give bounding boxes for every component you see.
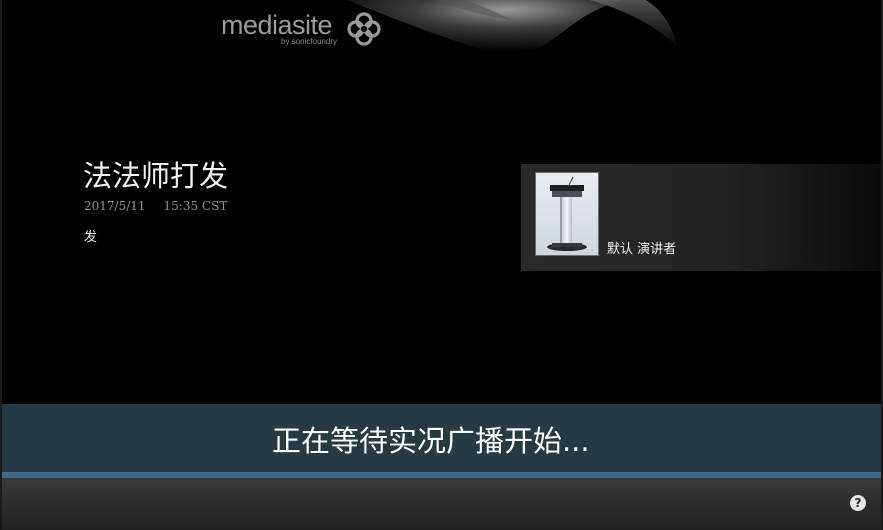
status-message: 正在等待实况广播开始...: [272, 424, 590, 458]
presentation-title: 法法师打发: [83, 159, 229, 193]
presenter-card: 默认 演讲者: [521, 164, 881, 271]
player-control-bar: ?: [2, 478, 881, 530]
logo-subtext: by sonicfoundry: [281, 37, 338, 46]
help-icon[interactable]: ?: [850, 495, 866, 511]
podium-icon: [535, 172, 599, 256]
presentation-description: 发: [84, 230, 98, 245]
presenter-name: 默认 演讲者: [607, 242, 677, 257]
player-stage: mediasite by sonicfoundry 法法师打发 2017/5/1…: [0, 0, 883, 530]
presentation-date: 2017/5/11: [84, 199, 146, 213]
mediasite-logo: mediasite by sonicfoundry: [221, 10, 391, 50]
mediasite-flower-icon: [347, 12, 381, 46]
logo-wordmark: mediasite: [221, 10, 333, 40]
live-status-banner: 正在等待实况广播开始...: [2, 404, 881, 472]
presentation-datetime: 2017/5/11 15:35 CST: [84, 199, 227, 213]
presentation-time: 15:35 CST: [163, 199, 228, 213]
